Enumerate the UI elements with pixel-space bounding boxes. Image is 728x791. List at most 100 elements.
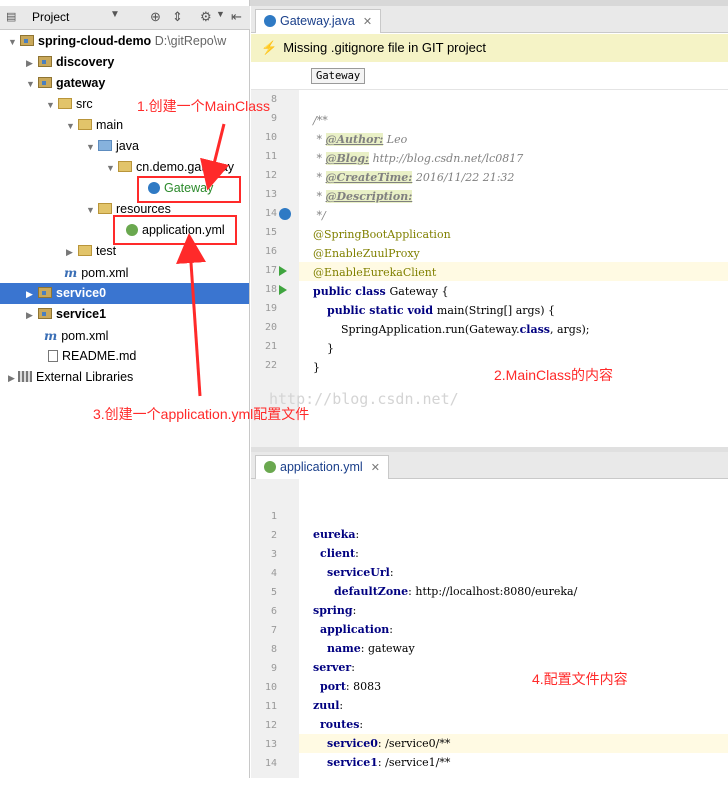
expand-arrow-icon[interactable]: ▼	[86, 137, 96, 158]
folder-icon	[78, 245, 92, 256]
yaml-code[interactable]: eureka: client: serviceUrl: defaultZone:…	[313, 506, 577, 791]
line-number: 2	[270, 530, 277, 541]
module-folder-icon	[20, 35, 34, 46]
tree-item-gateway[interactable]: ▼ gateway	[0, 73, 249, 94]
maven-icon: m	[64, 265, 78, 280]
expand-arrow-icon[interactable]: ▼	[86, 200, 96, 221]
line-number: 4	[270, 568, 277, 579]
expand-arrow-icon[interactable]: ▼	[26, 74, 36, 95]
annotation-1: 1.创建一个MainClass	[137, 98, 271, 114]
line-number: 10	[264, 682, 277, 693]
module-folder-icon	[38, 56, 52, 67]
tree-item-service1[interactable]: ▶ service1	[0, 304, 249, 325]
tab-application-yml[interactable]: application.yml ✕	[255, 455, 389, 479]
breadcrumb[interactable]: Gateway	[311, 68, 366, 84]
line-number: 10	[264, 132, 277, 143]
collapse-icon[interactable]: ⇕	[172, 9, 183, 25]
tab-gateway-java[interactable]: Gateway.java ✕	[255, 9, 382, 33]
lightning-icon: ⚡	[261, 40, 278, 55]
project-view-icon: ▤	[6, 11, 17, 23]
line-number: 14	[264, 758, 277, 769]
line-number: 16	[264, 246, 277, 257]
run-icon[interactable]	[279, 285, 287, 295]
library-icon	[18, 371, 32, 382]
source-folder-icon	[98, 140, 112, 151]
tree-item-java[interactable]: ▼ java	[0, 136, 249, 157]
line-number: 5	[270, 587, 277, 598]
line-number: 22	[264, 360, 277, 371]
expand-arrow-icon[interactable]: ▼	[66, 116, 76, 137]
line-number: 1	[270, 511, 277, 522]
gear-icon[interactable]: ⚙	[200, 9, 212, 25]
line-number: 18	[264, 284, 277, 295]
expand-arrow-icon[interactable]: ▼	[46, 95, 56, 116]
annotation-4: 4.配置文件内容	[532, 671, 628, 687]
spring-bean-icon[interactable]	[279, 208, 291, 220]
expand-arrow-icon[interactable]: ▶	[66, 242, 76, 263]
chevron-down-icon[interactable]: ▼	[216, 9, 225, 19]
line-number: 8	[270, 644, 277, 655]
chevron-down-icon[interactable]: ▼	[110, 9, 120, 20]
tree-item-package[interactable]: ▼ cn.demo.gateway	[0, 157, 249, 178]
run-icon[interactable]	[279, 266, 287, 276]
line-number: 21	[264, 341, 277, 352]
tree-item-main[interactable]: ▼ main	[0, 115, 249, 136]
hide-panel-icon[interactable]: ⇤	[231, 9, 242, 25]
line-number: 6	[270, 606, 277, 617]
close-icon[interactable]: ✕	[363, 16, 372, 28]
line-number: 11	[264, 701, 277, 712]
tree-item-discovery[interactable]: ▶ discovery	[0, 52, 249, 73]
tree-item-external-libraries[interactable]: ▶ External Libraries	[0, 367, 200, 388]
gutter-bottom: 1 2 3 4 5 6 7 8 9 10 11 12 13 14	[251, 479, 299, 778]
line-number: 7	[270, 625, 277, 636]
editor-area: Gateway.java ✕ ⚡ Missing .gitignore file i…	[251, 0, 728, 778]
tree-item-gateway-class[interactable]: Gateway	[0, 178, 213, 199]
line-number: 13	[264, 189, 277, 200]
annotation-2: 2.MainClass的内容	[494, 367, 614, 383]
document-icon	[48, 350, 58, 362]
expand-arrow-icon[interactable]: ▶	[26, 305, 36, 326]
package-icon	[118, 161, 132, 172]
tree-item-application-yml[interactable]: application.yml	[0, 220, 225, 241]
close-icon[interactable]: ✕	[371, 462, 380, 474]
class-icon	[264, 15, 276, 27]
tree-item-readme[interactable]: README.md	[0, 346, 200, 367]
java-code[interactable]: /** * @Author: Leo * @Blog: http://blog.…	[313, 92, 590, 396]
git-notification-banner: ⚡ Missing .gitignore file in GIT project	[251, 34, 728, 62]
tree-item-test[interactable]: ▶ test	[0, 241, 130, 262]
editor-tabbar-top: Gateway.java ✕	[251, 6, 728, 33]
line-number: 9	[270, 663, 277, 674]
module-folder-icon	[38, 308, 52, 319]
project-view-selector[interactable]: Project	[32, 10, 69, 24]
resources-folder-icon	[98, 203, 112, 214]
folder-icon	[78, 119, 92, 130]
editor-tabbar-bottom: application.yml ✕	[251, 452, 728, 479]
expand-arrow-icon[interactable]: ▶	[8, 368, 18, 389]
tree-item-gateway-pom[interactable]: m pom.xml	[0, 262, 150, 283]
spring-leaf-icon	[264, 461, 276, 473]
breadcrumb-bar: Gateway	[251, 62, 728, 90]
tree-item-resources[interactable]: ▼ resources	[0, 199, 171, 221]
tree-item-root-pom[interactable]: m pom.xml	[0, 325, 200, 346]
line-number: 14	[264, 208, 277, 219]
line-number: 19	[264, 303, 277, 314]
folder-icon	[58, 98, 72, 109]
project-toolbar: ▤ Project ▼ ⊕ ⇕ ⚙ ▼ ⇤	[0, 6, 250, 30]
highlight-box-application-yml	[113, 215, 237, 245]
tree-item-service0[interactable]: ▶ service0	[0, 283, 249, 304]
line-number: 12	[264, 720, 277, 731]
module-folder-icon	[38, 287, 52, 298]
sync-icon[interactable]: ⊕	[150, 9, 161, 25]
project-panel: ▤ Project ▼ ⊕ ⇕ ⚙ ▼ ⇤ ▼ spring-cloud-demo…	[0, 0, 250, 778]
expand-arrow-icon[interactable]: ▶	[26, 53, 36, 74]
expand-arrow-icon[interactable]: ▶	[26, 284, 36, 305]
line-number: 17	[264, 265, 277, 276]
expand-arrow-icon[interactable]: ▼	[8, 32, 18, 53]
line-number: 12	[264, 170, 277, 181]
line-number: 15	[264, 227, 277, 238]
line-number: 11	[264, 151, 277, 162]
line-number: 3	[270, 549, 277, 560]
tree-item-root[interactable]: ▼ spring-cloud-demo D:\gitRepo\w	[0, 31, 249, 52]
expand-arrow-icon[interactable]: ▼	[106, 158, 116, 179]
line-number: 20	[264, 322, 277, 333]
